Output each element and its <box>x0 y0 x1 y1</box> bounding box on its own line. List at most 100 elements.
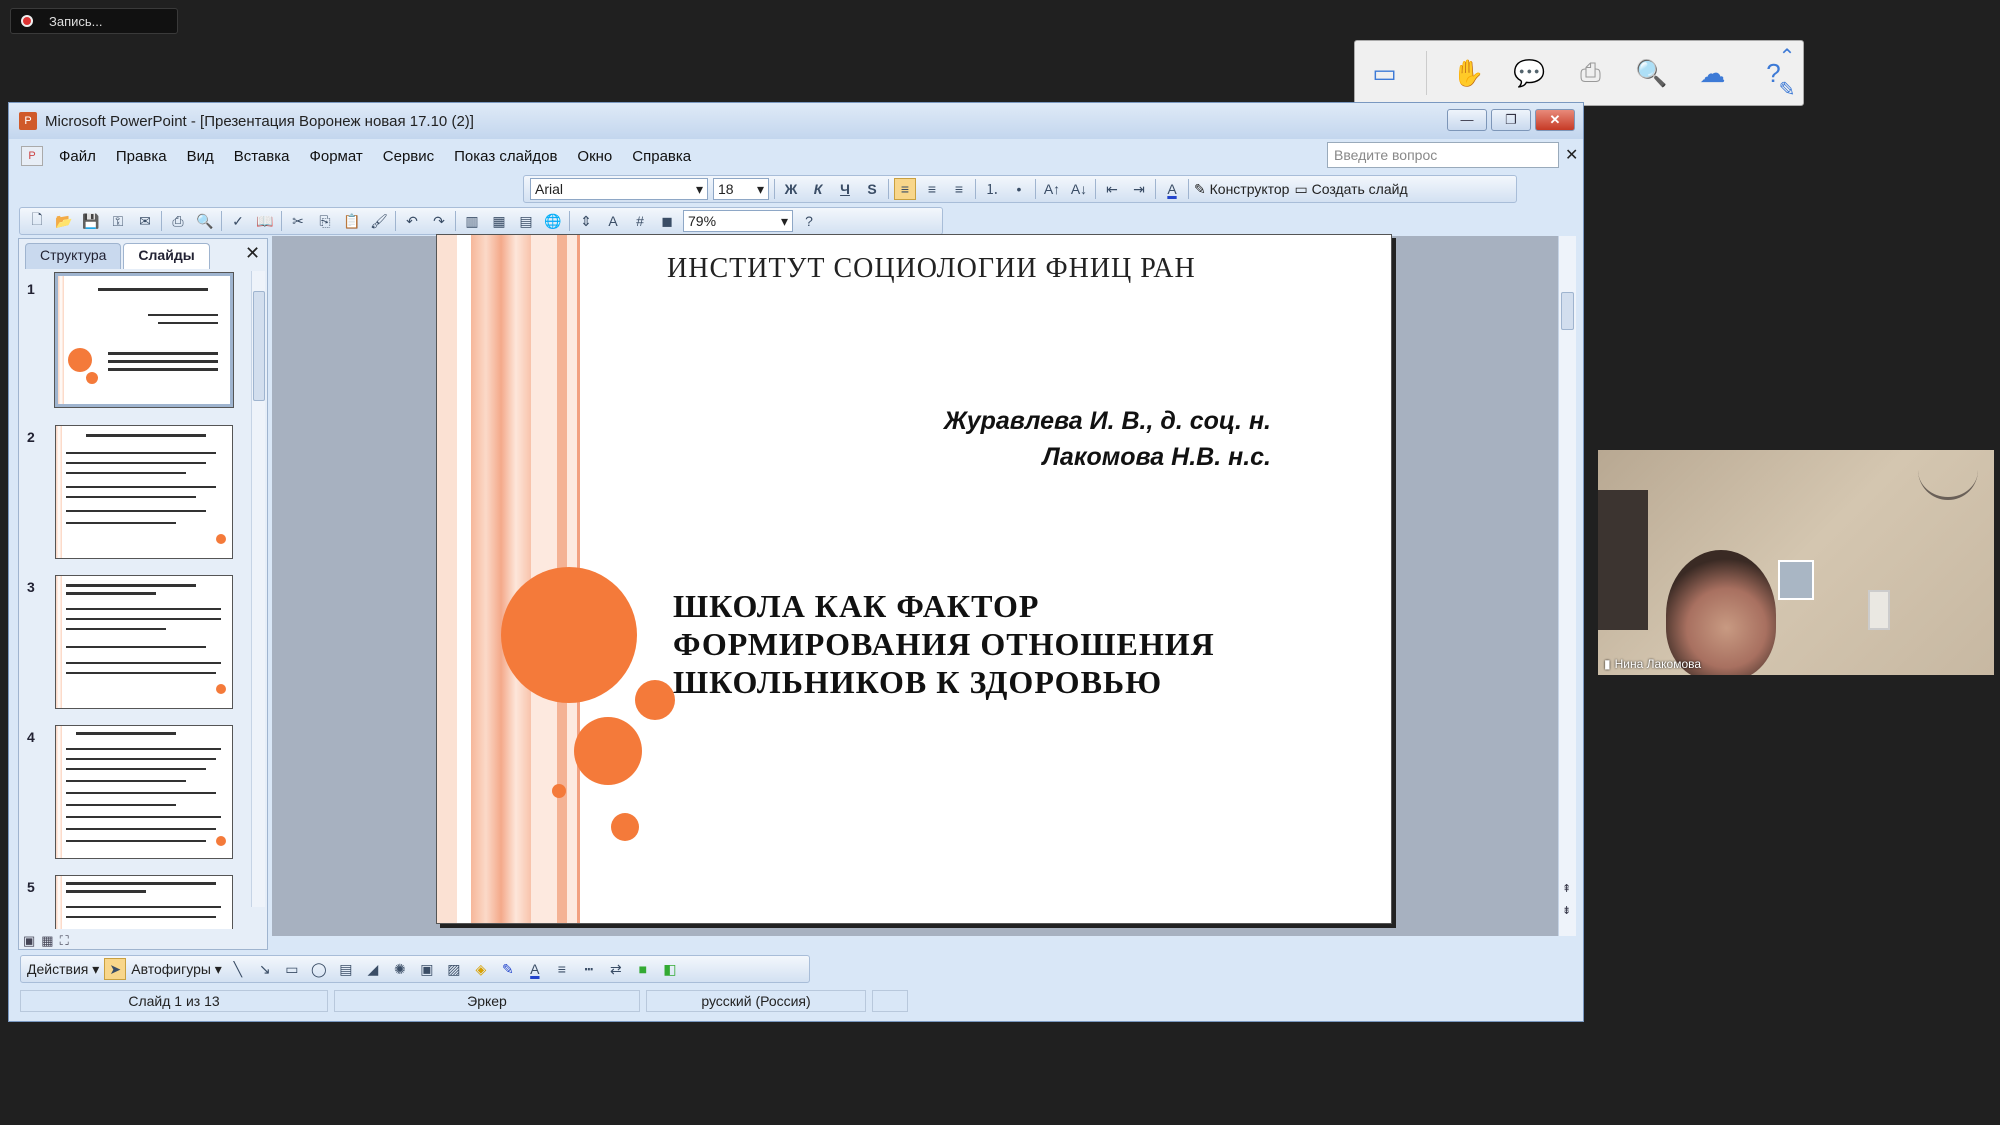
hyperlink-icon[interactable]: 🌐 <box>542 210 564 232</box>
collapse-icon[interactable]: ⌃ <box>1779 44 1796 69</box>
cloud-icon[interactable]: ☁ <box>1693 53 1732 93</box>
slideshow-icon[interactable]: ⛶ <box>60 933 69 949</box>
clipart-icon[interactable]: ▣ <box>416 958 438 980</box>
3d-style-icon[interactable]: ◧ <box>659 958 681 980</box>
menu-insert[interactable]: Вставка <box>224 148 300 165</box>
font-select[interactable]: Arial ▾ <box>530 178 708 200</box>
underline-button[interactable]: Ч <box>834 178 856 200</box>
print-icon[interactable]: ⎙ <box>167 210 189 232</box>
document-icon[interactable]: P <box>21 146 43 166</box>
insert-table-icon[interactable]: ▦ <box>488 210 510 232</box>
menu-tools[interactable]: Сервис <box>373 148 444 165</box>
autoshapes-menu[interactable]: Автофигуры ▾ <box>131 961 222 978</box>
tab-slides[interactable]: Слайды <box>123 243 210 269</box>
research-icon[interactable]: 📖 <box>254 210 276 232</box>
tables-borders-icon[interactable]: ▤ <box>515 210 537 232</box>
slides-pane-scrollbar[interactable] <box>251 271 265 907</box>
select-objects-icon[interactable]: ➤ <box>104 958 127 980</box>
slide-sorter-icon[interactable]: ▦ <box>41 933 53 949</box>
menu-file[interactable]: Файл <box>49 148 106 165</box>
wordart-icon[interactable]: ◢ <box>362 958 384 980</box>
save-icon[interactable]: 💾 <box>80 210 102 232</box>
align-center-icon[interactable]: ≡ <box>921 178 943 200</box>
slide-header-text[interactable]: ИНСТИТУТ СОЦИОЛОГИИ ФНИЦ РАН <box>667 253 1347 285</box>
new-file-icon[interactable]: 🗋 <box>26 210 48 232</box>
align-right-icon[interactable]: ≡ <box>948 178 970 200</box>
slide-authors[interactable]: Журавлева И. В., д. соц. н. Лакомова Н.В… <box>944 403 1271 475</box>
menu-format[interactable]: Формат <box>299 148 372 165</box>
slide-canvas[interactable]: ИНСТИТУТ СОЦИОЛОГИИ ФНИЦ РАН Журавлева И… <box>436 234 1392 924</box>
menu-view[interactable]: Вид <box>177 148 224 165</box>
undo-icon[interactable]: ↶ <box>401 210 423 232</box>
scrollbar-thumb[interactable] <box>1561 292 1574 330</box>
normal-view-icon[interactable]: ▣ <box>23 933 35 949</box>
close-button[interactable]: ✕ <box>1535 109 1575 131</box>
slide-thumbnail-5[interactable] <box>55 875 233 929</box>
cut-icon[interactable]: ✂ <box>287 210 309 232</box>
numbered-list-icon[interactable]: ⒈ <box>981 178 1003 200</box>
slide-title[interactable]: ШКОЛА КАК ФАКТОР ФОРМИРОВАНИЯ ОТНОШЕНИЯ … <box>673 587 1215 701</box>
line-color-icon[interactable]: ✎ <box>497 958 519 980</box>
align-left-icon[interactable]: ≡ <box>894 178 916 200</box>
spelling-icon[interactable]: ✓ <box>227 210 249 232</box>
actions-menu[interactable]: Действия ▾ <box>27 961 99 978</box>
decrease-indent-icon[interactable]: ⇤ <box>1101 178 1123 200</box>
font-size-select[interactable]: 18 ▾ <box>713 178 769 200</box>
next-slide-icon[interactable]: ⇟ <box>1562 904 1571 917</box>
paste-icon[interactable]: 📋 <box>341 210 363 232</box>
restore-button[interactable]: ❐ <box>1491 109 1531 131</box>
expand-all-icon[interactable]: ⇕ <box>575 210 597 232</box>
slide-thumbnail-3[interactable] <box>55 575 233 709</box>
rectangle-icon[interactable]: ▭ <box>281 958 303 980</box>
shadow-button[interactable]: S <box>861 178 883 200</box>
minimize-button[interactable]: — <box>1447 109 1487 131</box>
bold-button[interactable]: Ж <box>780 178 802 200</box>
pin-icon[interactable]: ✎ <box>1779 77 1796 102</box>
print-preview-icon[interactable]: 🔍 <box>194 210 216 232</box>
slide-thumbnail-1[interactable] <box>54 272 234 408</box>
insert-chart-icon[interactable]: ▥ <box>461 210 483 232</box>
decrease-font-icon[interactable]: A↓ <box>1068 178 1090 200</box>
open-folder-icon[interactable]: 📂 <box>53 210 75 232</box>
slide-thumbnail-2[interactable] <box>55 425 233 559</box>
italic-button[interactable]: К <box>807 178 829 200</box>
increase-font-icon[interactable]: A↑ <box>1041 178 1063 200</box>
arrow-icon[interactable]: ↘ <box>254 958 276 980</box>
bullet-list-icon[interactable]: • <box>1008 178 1030 200</box>
fill-color-icon[interactable]: ◈ <box>470 958 492 980</box>
color-grayscale-icon[interactable]: ◼ <box>656 210 678 232</box>
diagram-icon[interactable]: ✺ <box>389 958 411 980</box>
slide-scrollbar[interactable]: ⇞ ⇟ <box>1558 236 1576 936</box>
slide-thumbnail-4[interactable] <box>55 725 233 859</box>
copy-icon[interactable]: ⎘ <box>314 210 336 232</box>
permission-icon[interactable]: ⚿ <box>107 210 129 232</box>
previous-slide-icon[interactable]: ⇞ <box>1562 882 1571 895</box>
menu-window[interactable]: Окно <box>567 148 622 165</box>
font-color-icon[interactable]: A <box>524 958 546 980</box>
chat-icon[interactable]: 💬 <box>1510 53 1549 93</box>
dash-style-icon[interactable]: ┅ <box>578 958 600 980</box>
close-pane-icon[interactable]: ✕ <box>245 243 260 264</box>
line-style-icon[interactable]: ≡ <box>551 958 573 980</box>
hand-icon[interactable]: ✋ <box>1449 53 1488 93</box>
font-color-icon[interactable]: A <box>1161 178 1183 200</box>
show-formatting-icon[interactable]: A <box>602 210 624 232</box>
line-icon[interactable]: ╲ <box>227 958 249 980</box>
picture-icon[interactable]: ▨ <box>443 958 465 980</box>
zoom-select[interactable]: 79% ▾ <box>683 210 793 232</box>
close-document-icon[interactable]: ✕ <box>1565 145 1578 165</box>
format-painter-icon[interactable]: 🖌 <box>368 210 390 232</box>
menu-help[interactable]: Справка <box>622 148 701 165</box>
shadow-style-icon[interactable]: ■ <box>632 958 654 980</box>
ask-question-input[interactable]: Введите вопрос <box>1327 142 1559 168</box>
oval-icon[interactable]: ◯ <box>308 958 330 980</box>
printer-icon[interactable]: ⎙ <box>1571 53 1610 93</box>
increase-indent-icon[interactable]: ⇥ <box>1128 178 1150 200</box>
arrow-style-icon[interactable]: ⇄ <box>605 958 627 980</box>
zoom-icon[interactable]: 🔍 <box>1632 53 1671 93</box>
email-icon[interactable]: ✉ <box>134 210 156 232</box>
help-icon[interactable]: ? <box>798 210 820 232</box>
menu-slideshow[interactable]: Показ слайдов <box>444 148 567 165</box>
textbox-icon[interactable]: ▤ <box>335 958 357 980</box>
scrollbar-thumb[interactable] <box>253 291 265 401</box>
